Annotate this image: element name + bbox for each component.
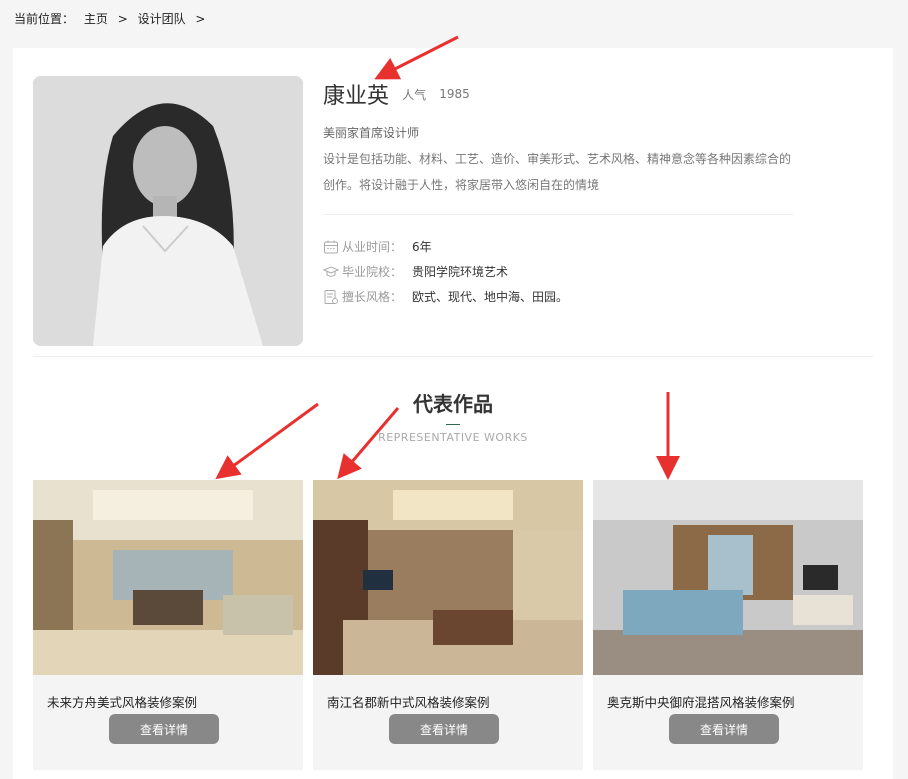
info-label: 擅长风格：: [342, 290, 403, 304]
info-school: 毕业院校： 贵阳学院环境艺术: [322, 259, 568, 284]
calendar-icon: [323, 239, 339, 255]
designer-name: 康业英: [323, 84, 390, 109]
works-section-subtitle: REPRESENTATIVE WORKS: [378, 431, 528, 444]
info-style: 擅长风格： 欧式、现代、地中海、田园。: [323, 284, 568, 309]
designer-info-list: 从业时间： 6年 毕业院校： 贵阳学院环境艺术 擅长风格： 欧式、现代、地中海、…: [322, 234, 568, 309]
popularity-value: 1985: [439, 87, 470, 101]
breadcrumb-section-link[interactable]: 设计团队: [138, 12, 186, 26]
designer-title: 美丽家首席设计师: [323, 126, 420, 140]
view-details-button[interactable]: 查看详情: [389, 714, 499, 744]
work-photo[interactable]: [313, 480, 583, 675]
designer-card: 康业英 人气 1985 美丽家首席设计师 设计是包括功能、材料、工艺、造价、审美…: [13, 48, 893, 779]
breadcrumb-separator: >: [117, 12, 128, 26]
work-card[interactable]: 南江名郡新中式风格装修案例 查看详情: [313, 480, 583, 770]
info-experience: 从业时间： 6年: [323, 234, 568, 259]
work-title[interactable]: 未来方舟美式风格装修案例: [47, 692, 197, 711]
title-accent-line: [446, 424, 460, 425]
work-title[interactable]: 南江名郡新中式风格装修案例: [327, 692, 490, 711]
style-document-icon: [323, 289, 339, 305]
divider: [33, 356, 873, 357]
work-card[interactable]: 未来方舟美式风格装修案例 查看详情: [33, 480, 303, 770]
breadcrumb-prefix: 当前位置：: [14, 12, 75, 26]
designer-photo: [33, 76, 303, 346]
divider: [323, 214, 793, 215]
view-details-button[interactable]: 查看详情: [109, 714, 219, 744]
info-value: 贵阳学院环境艺术: [412, 265, 509, 279]
popularity-label: 人气: [402, 87, 427, 102]
designer-name-row: 康业英 人气 1985: [323, 78, 470, 110]
breadcrumb: 当前位置： 主页 > 设计团队 >: [14, 10, 211, 27]
work-card[interactable]: 奥克斯中央御府混搭风格装修案例 查看详情: [593, 480, 863, 770]
info-value: 6年: [412, 240, 432, 254]
info-label: 毕业院校：: [342, 265, 403, 279]
breadcrumb-home-link[interactable]: 主页: [84, 12, 108, 26]
works-section-title: 代表作品: [413, 392, 493, 416]
graduation-cap-icon: [322, 264, 340, 280]
info-value: 欧式、现代、地中海、田园。: [412, 290, 569, 304]
view-details-button[interactable]: 查看详情: [669, 714, 779, 744]
work-photo[interactable]: [33, 480, 303, 675]
breadcrumb-separator: >: [195, 12, 206, 26]
work-photo[interactable]: [593, 480, 863, 675]
info-label: 从业时间：: [342, 240, 403, 254]
work-title[interactable]: 奥克斯中央御府混搭风格装修案例: [607, 692, 795, 711]
designer-intro: 设计是包括功能、材料、工艺、造价、审美形式、艺术风格、精神意念等各种因素综合的创…: [323, 152, 792, 192]
